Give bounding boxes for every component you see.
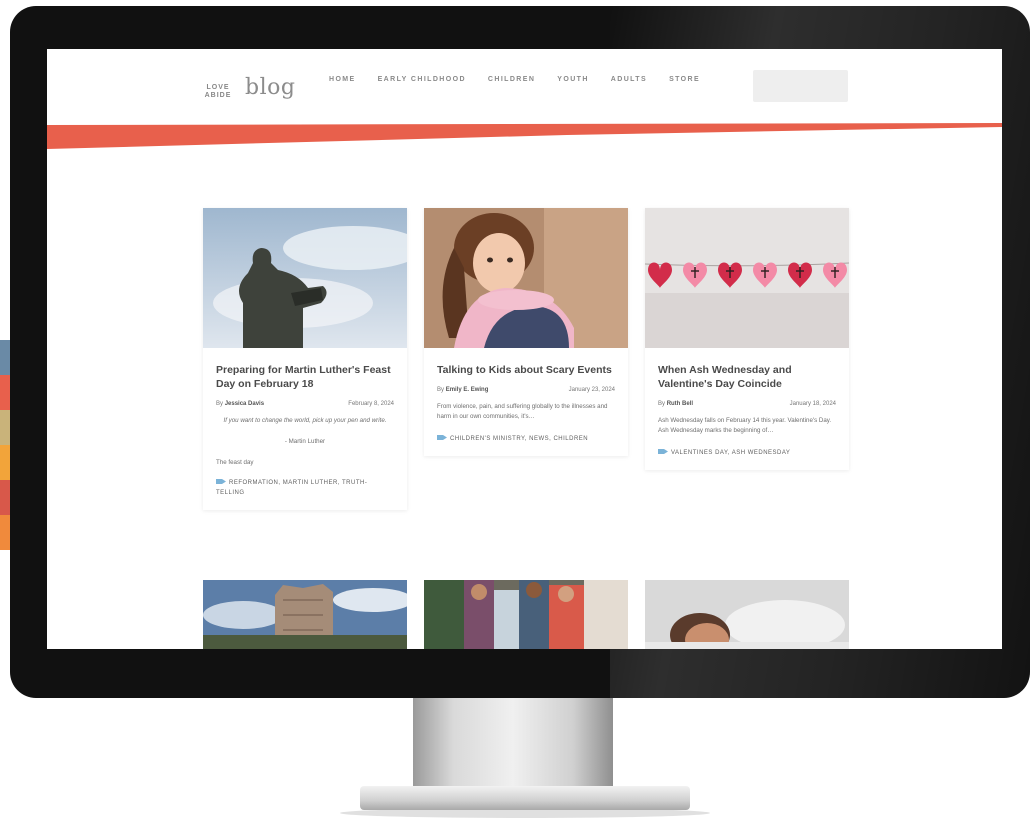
post-card[interactable]: Talking to Kids about Scary Events By Em… — [424, 208, 628, 456]
post-tags-text[interactable]: CHILDREN'S MINISTRY, NEWS, CHILDREN — [450, 436, 588, 442]
post-author-line: By Ruth Bell — [658, 401, 693, 407]
site-header: LOVE ABIDE blog HOME EARLY CHILDHOOD CHI… — [47, 49, 1002, 127]
post-card-body: Talking to Kids about Scary Events By Em… — [424, 348, 628, 456]
page: LOVE ABIDE blog HOME EARLY CHILDHOOD CHI… — [0, 0, 1035, 827]
tag-icon — [658, 449, 668, 454]
nav-item-early-childhood[interactable]: EARLY CHILDHOOD — [378, 76, 466, 83]
post-title[interactable]: Preparing for Martin Luther's Feast Day … — [216, 363, 394, 391]
post-tags: REFORMATION, MARTIN LUTHER, TRUTH-TELLIN… — [216, 478, 394, 498]
tag-icon — [216, 479, 226, 484]
post-tags: VALENTINES DAY, ASH WEDNESDAY — [658, 448, 836, 458]
post-card-body: When Ash Wednesday and Valentine's Day C… — [645, 348, 849, 470]
post-author-line: By Jessica Davis — [216, 401, 264, 407]
post-quote-attribution: - Martin Luther — [284, 438, 326, 445]
post-meta: By Ruth Bell January 18, 2024 — [658, 401, 836, 407]
nav-item-children[interactable]: CHILDREN — [488, 76, 535, 83]
post-excerpt: From violence, pain, and suffering globa… — [437, 403, 608, 420]
post-image-statue[interactable] — [203, 208, 407, 348]
post-tags-text[interactable]: REFORMATION, MARTIN LUTHER, TRUTH-TELLIN… — [216, 480, 367, 496]
post-author[interactable]: Ruth Bell — [667, 401, 693, 407]
site-logo[interactable]: LOVE ABIDE blog — [197, 75, 295, 100]
post-author[interactable]: Jessica Davis — [225, 401, 264, 407]
author-prefix: By — [658, 401, 666, 407]
post-title[interactable]: Talking to Kids about Scary Events — [437, 363, 615, 377]
logo-text: blog — [245, 75, 296, 100]
logo-mark: LOVE ABIDE — [204, 84, 232, 99]
post-image-sleeping-baby[interactable] — [645, 580, 849, 649]
search-input[interactable] — [753, 70, 848, 102]
post-quote: If you want to change the world, pick up… — [223, 417, 387, 424]
author-prefix: By — [437, 387, 445, 393]
post-date: January 18, 2024 — [789, 401, 836, 407]
post-tags-text[interactable]: VALENTINES DAY, ASH WEDNESDAY — [671, 450, 790, 456]
post-meta: By Jessica Davis February 8, 2024 — [216, 401, 394, 407]
post-author-line: By Emily E. Ewing — [437, 387, 488, 393]
nav-item-home[interactable]: HOME — [329, 76, 356, 83]
nav-item-adults[interactable]: ADULTS — [611, 76, 647, 83]
nav-item-store[interactable]: STORE — [669, 76, 700, 83]
monitor-stand-neck — [413, 698, 613, 790]
post-excerpt: Ash Wednesday falls on February 14 this … — [658, 417, 832, 434]
post-date: February 8, 2024 — [348, 401, 394, 407]
post-card[interactable]: Preparing for Martin Luther's Feast Day … — [203, 208, 407, 510]
post-excerpt: The feast day — [216, 459, 254, 466]
monitor-frame: LOVE ABIDE blog HOME EARLY CHILDHOOD CHI… — [10, 6, 1030, 698]
nav-item-youth[interactable]: YOUTH — [557, 76, 589, 83]
post-card-body: Preparing for Martin Luther's Feast Day … — [203, 348, 407, 510]
post-date: January 23, 2024 — [568, 387, 615, 393]
post-author[interactable]: Emily E. Ewing — [446, 387, 489, 393]
post-card[interactable]: When Ash Wednesday and Valentine's Day C… — [645, 208, 849, 470]
post-tags: CHILDREN'S MINISTRY, NEWS, CHILDREN — [437, 434, 615, 444]
post-meta: By Emily E. Ewing January 23, 2024 — [437, 387, 615, 393]
monitor-stand-base — [360, 786, 690, 810]
post-image-hearts[interactable] — [645, 208, 849, 348]
monitor-screen: LOVE ABIDE blog HOME EARLY CHILDHOOD CHI… — [47, 49, 1002, 649]
post-image-crowd[interactable] — [424, 580, 628, 649]
post-title[interactable]: When Ash Wednesday and Valentine's Day C… — [658, 363, 836, 391]
author-prefix: By — [216, 401, 224, 407]
post-image-ruins[interactable] — [203, 580, 407, 649]
tag-icon — [437, 435, 447, 440]
post-image-child[interactable] — [424, 208, 628, 348]
main-nav: HOME EARLY CHILDHOOD CHILDREN YOUTH ADUL… — [329, 76, 700, 83]
accent-band — [47, 123, 1002, 149]
